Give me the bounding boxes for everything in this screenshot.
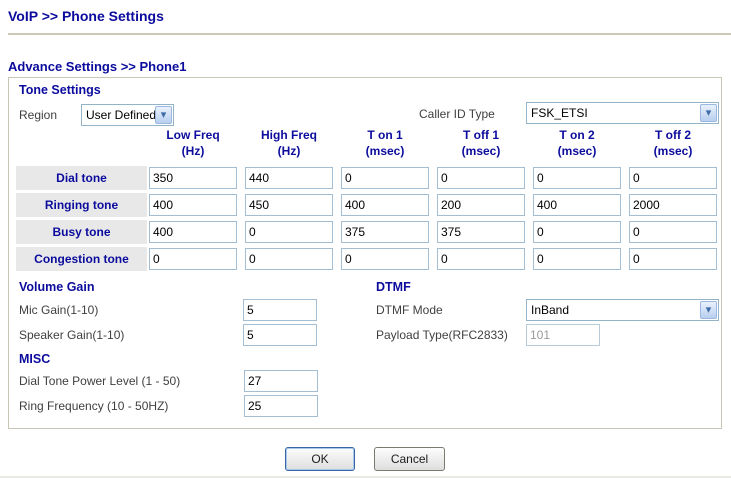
ringing-tone-t-on-1-input[interactable] (341, 194, 429, 216)
ring-frequency-label: Ring Frequency (10 - 50HZ) (19, 399, 168, 413)
congestion-tone-low-freq-input[interactable] (149, 248, 237, 270)
busy-tone-t-on-1-input[interactable] (341, 221, 429, 243)
ringing-tone-high-freq-input[interactable] (245, 194, 333, 216)
dial-tone-high-freq-input[interactable] (245, 167, 333, 189)
mic-gain-label: Mic Gain(1-10) (19, 303, 98, 317)
dial-tone-row-label: Dial tone (16, 166, 147, 190)
ringing-tone-t-on-2-input[interactable] (533, 194, 621, 216)
congestion-tone-t-on-1-input[interactable] (341, 248, 429, 270)
col-header-line: (msec) (341, 143, 429, 159)
speaker-gain-label: Speaker Gain(1-10) (19, 328, 124, 342)
busy-tone-high-freq-input[interactable] (245, 221, 333, 243)
col-header-t-on-1: T on 1 (msec) (341, 127, 429, 159)
dtmf-mode-select[interactable]: InBand ▾ (526, 299, 719, 321)
tone-settings-heading: Tone Settings (19, 83, 101, 97)
col-header-line: (msec) (533, 143, 621, 159)
chevron-down-icon: ▾ (700, 104, 717, 122)
title-divider (8, 33, 731, 35)
col-header-line: (msec) (629, 143, 717, 159)
busy-tone-low-freq-input[interactable] (149, 221, 237, 243)
settings-panel: Tone Settings Region User Defined ▾ Call… (8, 77, 722, 429)
col-header-line: Low Freq (149, 127, 237, 143)
ringing-tone-t-off-1-input[interactable] (437, 194, 525, 216)
busy-tone-t-off-2-input[interactable] (629, 221, 717, 243)
dial-tone-t-on-2-input[interactable] (533, 167, 621, 189)
cancel-button[interactable]: Cancel (374, 447, 445, 471)
col-header-line: (Hz) (245, 143, 333, 159)
col-header-line: T off 1 (437, 127, 525, 143)
bottom-divider (0, 476, 731, 478)
chevron-down-icon: ▾ (700, 301, 717, 319)
col-header-line: T on 1 (341, 127, 429, 143)
col-header-high-freq: High Freq (Hz) (245, 127, 333, 159)
busy-tone-row-label: Busy tone (16, 220, 147, 244)
ringing-tone-row-label: Ringing tone (16, 193, 147, 217)
col-header-low-freq: Low Freq (Hz) (149, 127, 237, 159)
busy-tone-t-on-2-input[interactable] (533, 221, 621, 243)
dial-tone-t-off-2-input[interactable] (629, 167, 717, 189)
dial-tone-low-freq-input[interactable] (149, 167, 237, 189)
dtmf-heading: DTMF (376, 280, 411, 294)
speaker-gain-input[interactable] (243, 324, 317, 346)
congestion-tone-t-on-2-input[interactable] (533, 248, 621, 270)
col-header-line: (msec) (437, 143, 525, 159)
phone-settings-page: VoIP >> Phone Settings Advance Settings … (0, 0, 731, 480)
caller-id-type-select-value: FSK_ETSI (527, 106, 700, 120)
dial-tone-t-on-1-input[interactable] (341, 167, 429, 189)
congestion-tone-t-off-2-input[interactable] (629, 248, 717, 270)
section-title: Advance Settings >> Phone1 (8, 59, 186, 74)
payload-type-input (526, 324, 600, 346)
busy-tone-t-off-1-input[interactable] (437, 221, 525, 243)
dtmf-mode-select-value: InBand (527, 303, 700, 317)
col-header-t-off-2: T off 2 (msec) (629, 127, 717, 159)
col-header-line: High Freq (245, 127, 333, 143)
volume-gain-heading: Volume Gain (19, 280, 94, 294)
mic-gain-input[interactable] (243, 299, 317, 321)
congestion-tone-high-freq-input[interactable] (245, 248, 333, 270)
caller-id-type-label: Caller ID Type (419, 107, 495, 121)
misc-heading: MISC (19, 352, 50, 366)
congestion-tone-row-label: Congestion tone (16, 247, 147, 271)
chevron-down-icon: ▾ (155, 106, 172, 124)
ok-button[interactable]: OK (285, 447, 355, 471)
region-select[interactable]: User Defined ▾ (81, 104, 174, 126)
ring-frequency-input[interactable] (244, 395, 318, 417)
dial-tone-power-label: Dial Tone Power Level (1 - 50) (19, 374, 180, 388)
payload-type-label: Payload Type(RFC2833) (376, 328, 508, 342)
col-header-t-off-1: T off 1 (msec) (437, 127, 525, 159)
ringing-tone-t-off-2-input[interactable] (629, 194, 717, 216)
page-title: VoIP >> Phone Settings (8, 8, 164, 24)
congestion-tone-t-off-1-input[interactable] (437, 248, 525, 270)
region-select-value: User Defined (82, 108, 155, 122)
caller-id-type-select[interactable]: FSK_ETSI ▾ (526, 102, 719, 124)
col-header-t-on-2: T on 2 (msec) (533, 127, 621, 159)
col-header-line: T off 2 (629, 127, 717, 143)
region-label: Region (19, 108, 57, 122)
dtmf-mode-label: DTMF Mode (376, 303, 443, 317)
dial-tone-power-input[interactable] (244, 370, 318, 392)
col-header-line: T on 2 (533, 127, 621, 143)
ringing-tone-low-freq-input[interactable] (149, 194, 237, 216)
dial-tone-t-off-1-input[interactable] (437, 167, 525, 189)
col-header-line: (Hz) (149, 143, 237, 159)
